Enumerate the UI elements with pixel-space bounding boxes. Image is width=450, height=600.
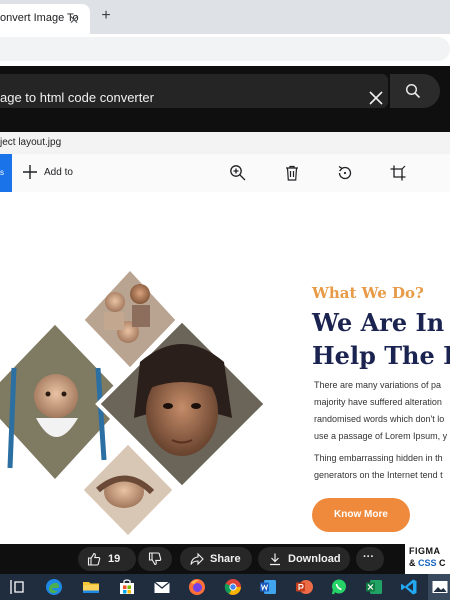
- file-explorer-icon[interactable]: [82, 578, 100, 596]
- address-bar: [0, 34, 450, 64]
- download-icon: [270, 553, 280, 566]
- promo-line2-prefix: &: [409, 558, 418, 568]
- viewer-title-bar: ject layout.jpg: [0, 132, 450, 154]
- share-icon: [190, 552, 204, 566]
- section-heading-line2: Help The Ho: [312, 341, 450, 370]
- mail-icon[interactable]: [153, 578, 171, 596]
- promo-line2-suffix: C: [436, 558, 446, 568]
- close-icon[interactable]: ✕: [67, 13, 81, 27]
- new-tab-button[interactable]: +: [96, 6, 116, 26]
- promo-line2-highlight: CSS: [418, 558, 437, 568]
- paragraph-line: majority have suffered alteration: [314, 397, 442, 407]
- share-button[interactable]: Share: [180, 547, 252, 571]
- zoom-in-icon[interactable]: [229, 164, 247, 182]
- thumbs-down-icon: [148, 552, 162, 566]
- browser-tab[interactable]: onvert Image To ✕: [0, 4, 90, 34]
- share-label: Share: [210, 553, 241, 565]
- know-more-button: Know More: [312, 498, 410, 532]
- promo-thumbnail[interactable]: FIGMA & CSS C: [405, 544, 450, 574]
- viewer-toolbar: s Add to: [0, 154, 450, 192]
- more-actions-button[interactable]: ···: [356, 547, 384, 571]
- search-button[interactable]: [390, 74, 440, 108]
- like-button[interactable]: 19: [78, 547, 136, 571]
- paragraph-line: There are many variations of pa: [314, 380, 442, 390]
- photo-collage: [0, 265, 269, 541]
- more-icon: ···: [363, 551, 374, 563]
- photos-icon[interactable]: [431, 578, 449, 596]
- search-box[interactable]: age to html code converter: [0, 74, 388, 108]
- close-icon[interactable]: [366, 88, 386, 108]
- word-icon[interactable]: [259, 578, 277, 596]
- search-icon: [405, 83, 421, 99]
- download-button[interactable]: Download: [258, 547, 350, 571]
- excel-icon[interactable]: [365, 578, 383, 596]
- whatsapp-icon[interactable]: [330, 578, 348, 596]
- address-field[interactable]: [0, 37, 450, 61]
- like-count: 19: [108, 553, 121, 565]
- section-eyebrow: What We Do?: [312, 284, 424, 302]
- chrome-icon[interactable]: [224, 578, 242, 596]
- paragraph-line: use a passage of Lorem Ipsum, y: [314, 431, 448, 441]
- section-heading-line1: We Are In A: [312, 308, 450, 337]
- crop-icon[interactable]: [389, 164, 407, 182]
- paragraph-line: generators on the Internet tend t: [314, 470, 443, 480]
- edit-button[interactable]: s: [0, 154, 12, 192]
- task-view-icon[interactable]: [8, 578, 26, 596]
- video-actions-bar: 19 Share Download ···: [0, 544, 450, 574]
- search-input[interactable]: age to html code converter: [0, 90, 154, 105]
- promo-line1: FIGMA: [409, 546, 441, 556]
- thumbs-up-icon: [87, 552, 101, 566]
- edit-button-label: s: [0, 168, 4, 177]
- paragraph-line: randomised words which don't lo: [314, 414, 445, 424]
- promo-line2: & CSS C: [409, 558, 446, 568]
- edge-icon[interactable]: [45, 578, 63, 596]
- firefox-icon[interactable]: [188, 578, 206, 596]
- download-label: Download: [288, 553, 341, 565]
- store-icon[interactable]: [118, 578, 136, 596]
- rotate-icon[interactable]: [336, 164, 354, 182]
- powerpoint-icon[interactable]: [295, 578, 313, 596]
- browser-tab-strip: onvert Image To ✕ +: [0, 0, 450, 34]
- file-name: ject layout.jpg: [0, 137, 62, 148]
- vscode-icon[interactable]: [400, 578, 418, 596]
- plus-icon: [23, 165, 37, 179]
- delete-icon[interactable]: [283, 164, 301, 182]
- section-paragraph-1: There are many variations of pa majority…: [314, 377, 447, 445]
- dislike-button[interactable]: [138, 547, 172, 571]
- paragraph-line: Thing embarrassing hidden in th: [314, 453, 443, 463]
- video-header: age to html code converter: [0, 66, 450, 132]
- image-canvas: What We Do? We Are In A Help The Ho Ther…: [0, 192, 450, 544]
- section-paragraph-2: Thing embarrassing hidden in th generato…: [314, 450, 443, 484]
- add-to-label: Add to: [44, 167, 73, 178]
